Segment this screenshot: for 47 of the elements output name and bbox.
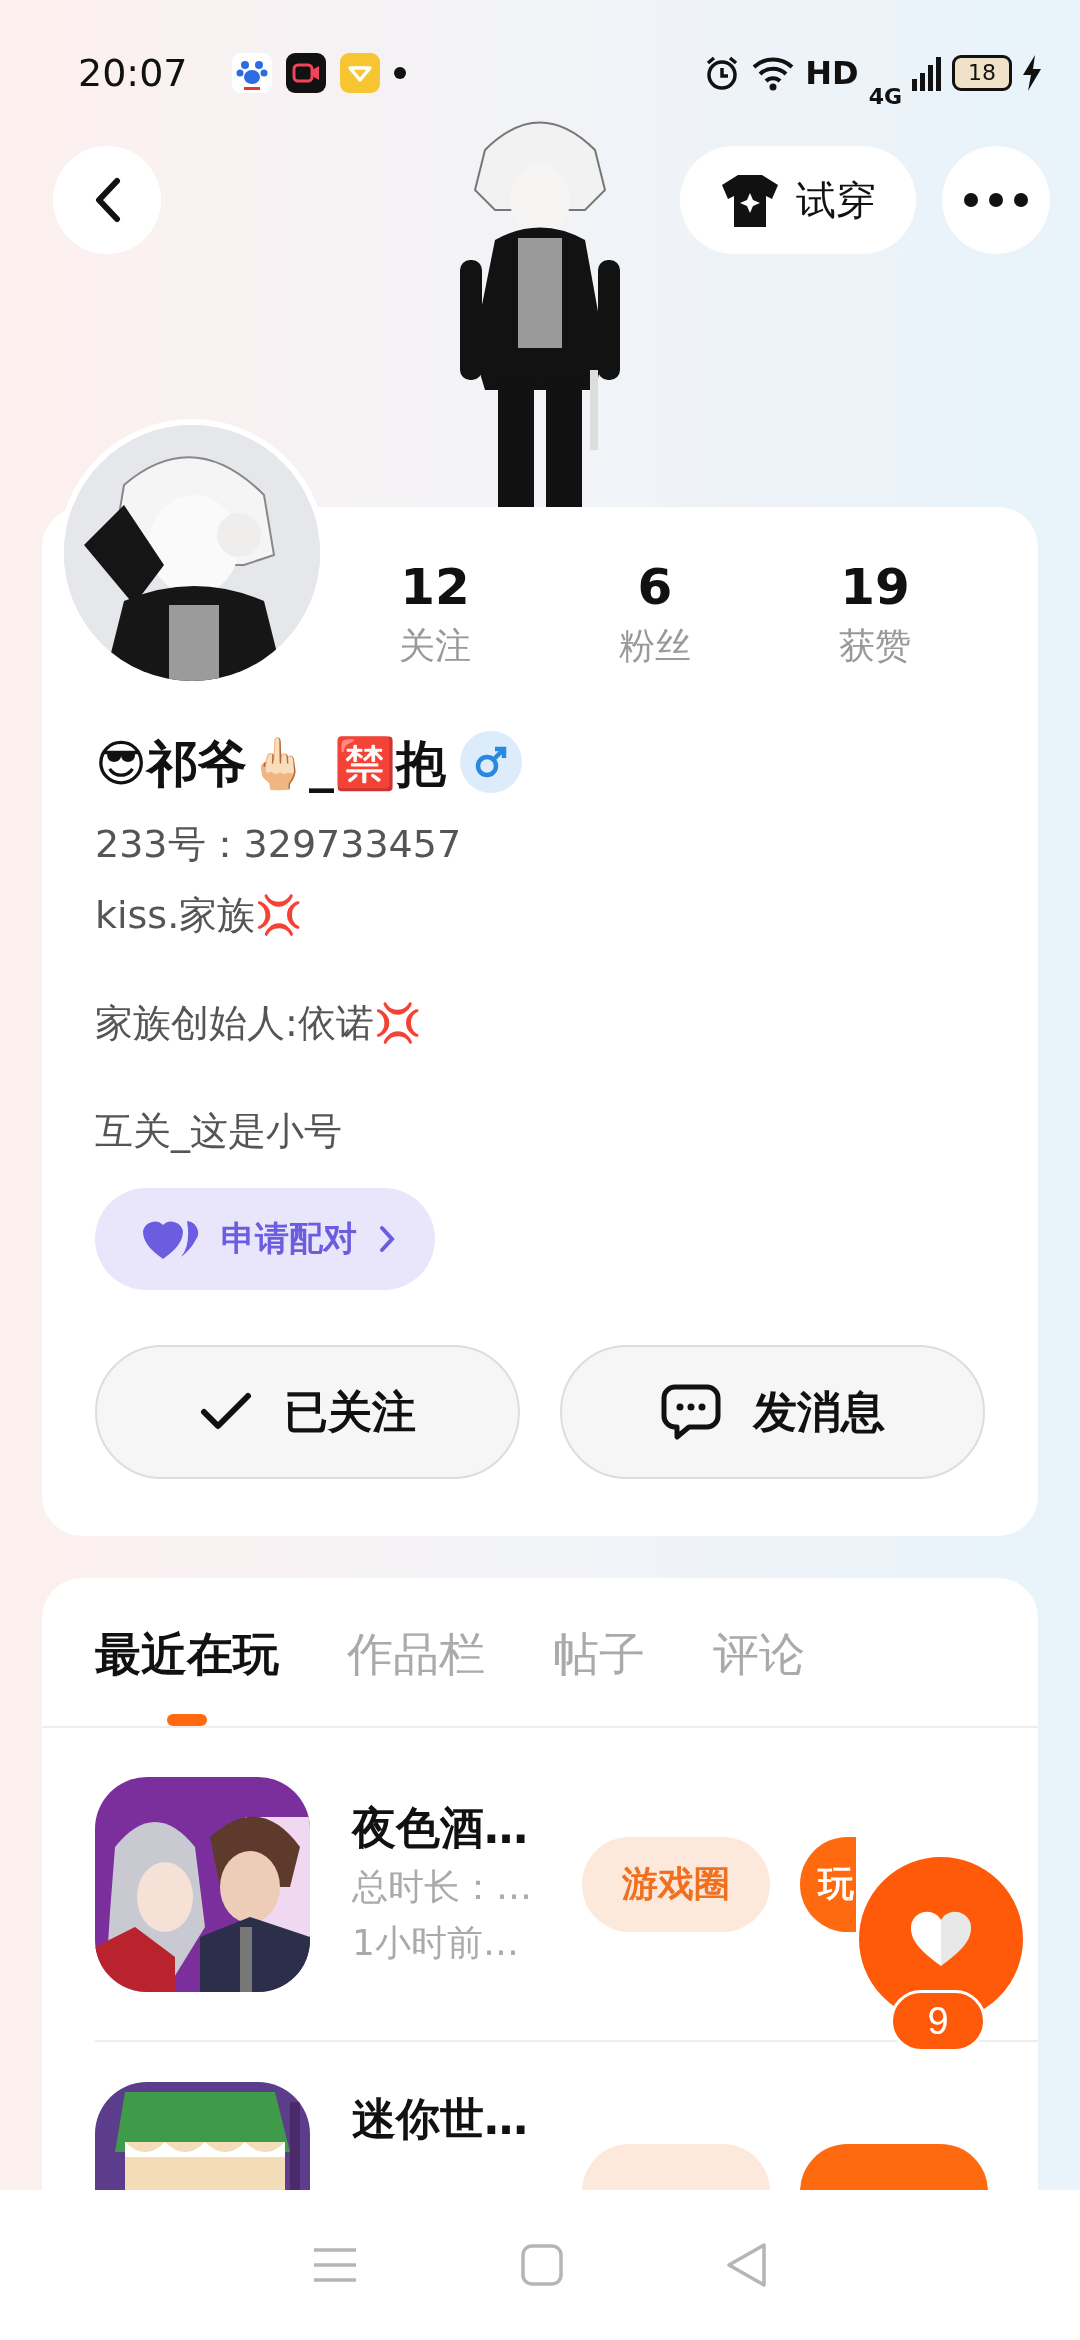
play-duration: 总时长：…	[352, 1865, 533, 1909]
chevron-right-icon	[379, 1225, 395, 1253]
user-id: 233号：329733457	[95, 821, 463, 868]
home-icon[interactable]	[521, 2244, 563, 2286]
stat-count: 6	[637, 557, 673, 618]
battery-level: 18	[968, 60, 996, 85]
game-title: 迷你世…	[352, 2092, 529, 2146]
pair-request-button[interactable]: 申请配对	[95, 1188, 435, 1290]
stat-label: 粉丝	[619, 624, 691, 668]
status-time: 20:07	[78, 50, 188, 95]
heart-icon	[909, 1910, 973, 1968]
bio-line: 家族创始人:依诺💢	[95, 1000, 422, 1047]
checkmark-icon	[199, 1392, 252, 1432]
charging-bolt-icon	[1022, 54, 1042, 91]
play-game-button[interactable]: 玩	[800, 1836, 856, 1932]
stat-count: 19	[840, 557, 910, 618]
stat-label: 关注	[399, 624, 471, 668]
bio-line: 互关_这是小号	[95, 1108, 343, 1155]
message-button[interactable]: 发消息	[560, 1345, 985, 1479]
follow-button[interactable]: 已关注	[95, 1345, 520, 1479]
stat-count: 12	[400, 557, 470, 618]
network-label: HD	[805, 53, 859, 92]
tab[interactable]: 最近在玩	[95, 1624, 279, 1684]
tab[interactable]: 评论	[713, 1624, 805, 1684]
tab[interactable]: 作品栏	[347, 1624, 485, 1684]
stat-label: 获赞	[839, 624, 911, 668]
signal-icon	[912, 54, 942, 91]
tab[interactable]: 帖子	[553, 1624, 645, 1684]
male-gender-icon	[460, 731, 523, 793]
game-circle-button[interactable]: 游戏圈	[582, 1836, 770, 1932]
tab-indicator	[167, 1714, 207, 1726]
try-on-button[interactable]: 试穿	[680, 146, 916, 254]
back-icon	[93, 177, 121, 223]
bio-line: kiss.家族💢	[95, 892, 304, 939]
shirt-icon	[720, 173, 780, 227]
menu-icon[interactable]	[311, 2247, 358, 2283]
paw-app-icon	[231, 52, 272, 93]
video-app-icon	[285, 52, 326, 93]
last-played: 1小时前…	[352, 1921, 520, 1965]
diamond-app-icon	[339, 52, 380, 93]
user-name: 😎祁爷🖕🏻_🈲抱	[95, 733, 447, 795]
game-title: 夜色酒…	[352, 1801, 529, 1855]
more-icon	[964, 193, 1028, 207]
notification-dot-icon	[393, 66, 406, 79]
chat-bubble-icon	[660, 1384, 721, 1440]
signal-type-label: 4G	[868, 84, 902, 109]
back-icon[interactable]	[726, 2242, 769, 2288]
